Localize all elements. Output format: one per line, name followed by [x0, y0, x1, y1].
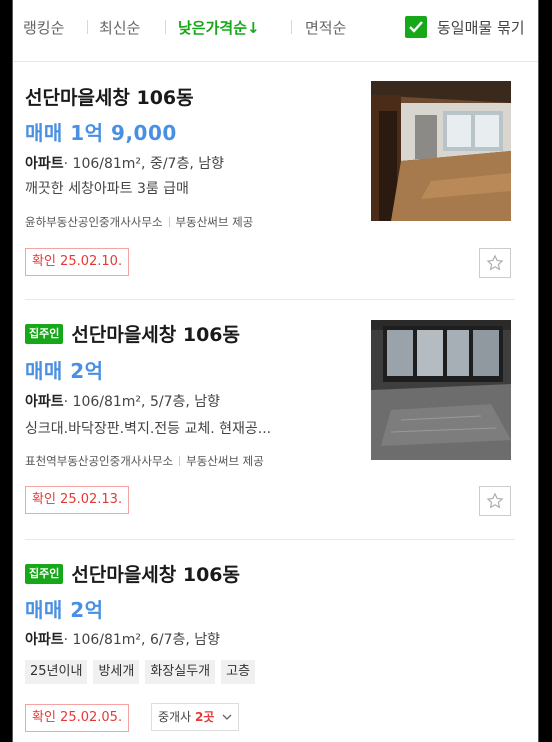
property-type: 아파트	[25, 632, 64, 648]
listing-spec: 아파트· 106/81m², 5/7층, 남향	[25, 391, 220, 411]
agent-info: 표천역부동산공인중개사사무소 부동산써브 제공	[25, 453, 264, 469]
listing-title-row: 집주인 선단마을세창 106동	[25, 320, 240, 347]
window-frame: 랭킹순 최신순 낮은가격순↓ 면적순 동일매물 묶기 선단마을세창 106동 매…	[0, 0, 552, 742]
listing-title-row: 선단마을세창 106동	[25, 83, 194, 110]
spec-detail: · 106/81m², 6/7층, 남향	[63, 632, 221, 648]
listing-item[interactable]: 집주인 선단마을세창 106동 매매 2억 아파트· 106/81m², 5/7…	[13, 300, 538, 540]
owner-badge: 집주인	[25, 563, 64, 584]
agent-info: 윤하부동산공인중개사사무소 부동산써브 제공	[25, 214, 253, 230]
sort-divider	[291, 20, 292, 34]
broker-label: 중개사	[158, 710, 192, 724]
listing-photo[interactable]	[371, 320, 511, 460]
provider: 부동산써브 제공	[175, 215, 254, 229]
listing-description: 싱크대.바닥장판.벽지.전등 교체. 현재공...	[25, 421, 272, 437]
listing-price: 매매 2억	[25, 598, 104, 622]
chevron-down-icon	[222, 714, 232, 720]
provider: 부동산써브 제공	[186, 454, 264, 468]
sort-latest[interactable]: 최신순	[99, 17, 140, 38]
listing-price: 매매 1억 9,000	[25, 121, 177, 145]
sort-divider	[165, 20, 166, 34]
agent-divider	[179, 456, 181, 466]
listing-title-row: 집주인 선단마을세창 106동	[25, 560, 240, 587]
feature-tags: 25년이내 방세개 화장실두개 고층	[25, 660, 256, 684]
agent-name: 표천역부동산공인중개사사무소	[25, 454, 174, 468]
room-photo-image	[371, 320, 511, 460]
listing-spec: 아파트· 106/81m², 중/7층, 남향	[25, 153, 224, 173]
same-listing-checkbox[interactable]	[405, 16, 427, 38]
listing-title[interactable]: 선단마을세창 106동	[71, 320, 240, 347]
spec-detail: · 106/81m², 5/7층, 남향	[63, 394, 221, 410]
property-type: 아파트	[25, 156, 64, 172]
listing-photo[interactable]	[371, 81, 511, 221]
feature-tag: 화장실두개	[145, 660, 216, 684]
confirm-date-badge: 확인 25.02.10.	[25, 248, 130, 276]
listing-item[interactable]: 집주인 선단마을세창 106동 매매 2억 아파트· 106/81m², 6/7…	[13, 540, 538, 742]
listing-description: 깨끗한 세창아파트 3룸 급매	[25, 181, 189, 197]
sort-ranking[interactable]: 랭킹순	[23, 17, 64, 38]
listing-spec: 아파트· 106/81m², 6/7층, 남향	[25, 629, 220, 649]
owner-badge: 집주인	[25, 323, 64, 344]
room-photo-image	[371, 81, 511, 221]
agent-divider	[168, 217, 170, 227]
confirm-date-badge: 확인 25.02.13.	[25, 486, 130, 514]
sort-low-price[interactable]: 낮은가격순↓	[178, 17, 260, 38]
sort-bar: 랭킹순 최신순 낮은가격순↓ 면적순 동일매물 묶기	[13, 0, 538, 62]
sort-area[interactable]: 면적순	[305, 17, 346, 38]
property-type: 아파트	[25, 394, 64, 410]
spec-detail: · 106/81m², 중/7층, 남향	[63, 156, 224, 172]
confirm-date-badge: 확인 25.02.05.	[25, 704, 130, 732]
listing-title[interactable]: 선단마을세창 106동	[71, 560, 240, 587]
agent-name: 윤하부동산공인중개사사무소	[25, 215, 163, 229]
listing-panel: 랭킹순 최신순 낮은가격순↓ 면적순 동일매물 묶기 선단마을세창 106동 매…	[12, 0, 539, 742]
favorite-button[interactable]	[479, 248, 511, 278]
listing-title[interactable]: 선단마을세창 106동	[25, 83, 194, 110]
sort-divider	[87, 20, 88, 34]
listing-price: 매매 2억	[25, 359, 104, 383]
same-listing-label[interactable]: 동일매물 묶기	[437, 17, 525, 38]
feature-tag: 방세개	[93, 660, 140, 684]
feature-tag: 25년이내	[25, 660, 88, 684]
star-icon	[486, 254, 504, 271]
broker-count: 2곳	[194, 710, 215, 724]
feature-tag: 고층	[221, 660, 256, 684]
broker-count-dropdown[interactable]: 중개사 2곳	[151, 703, 240, 731]
check-icon	[409, 21, 423, 33]
listing-item[interactable]: 선단마을세창 106동 매매 1억 9,000 아파트· 106/81m², 중…	[13, 62, 538, 300]
star-icon	[486, 492, 504, 509]
favorite-button[interactable]	[479, 486, 511, 516]
